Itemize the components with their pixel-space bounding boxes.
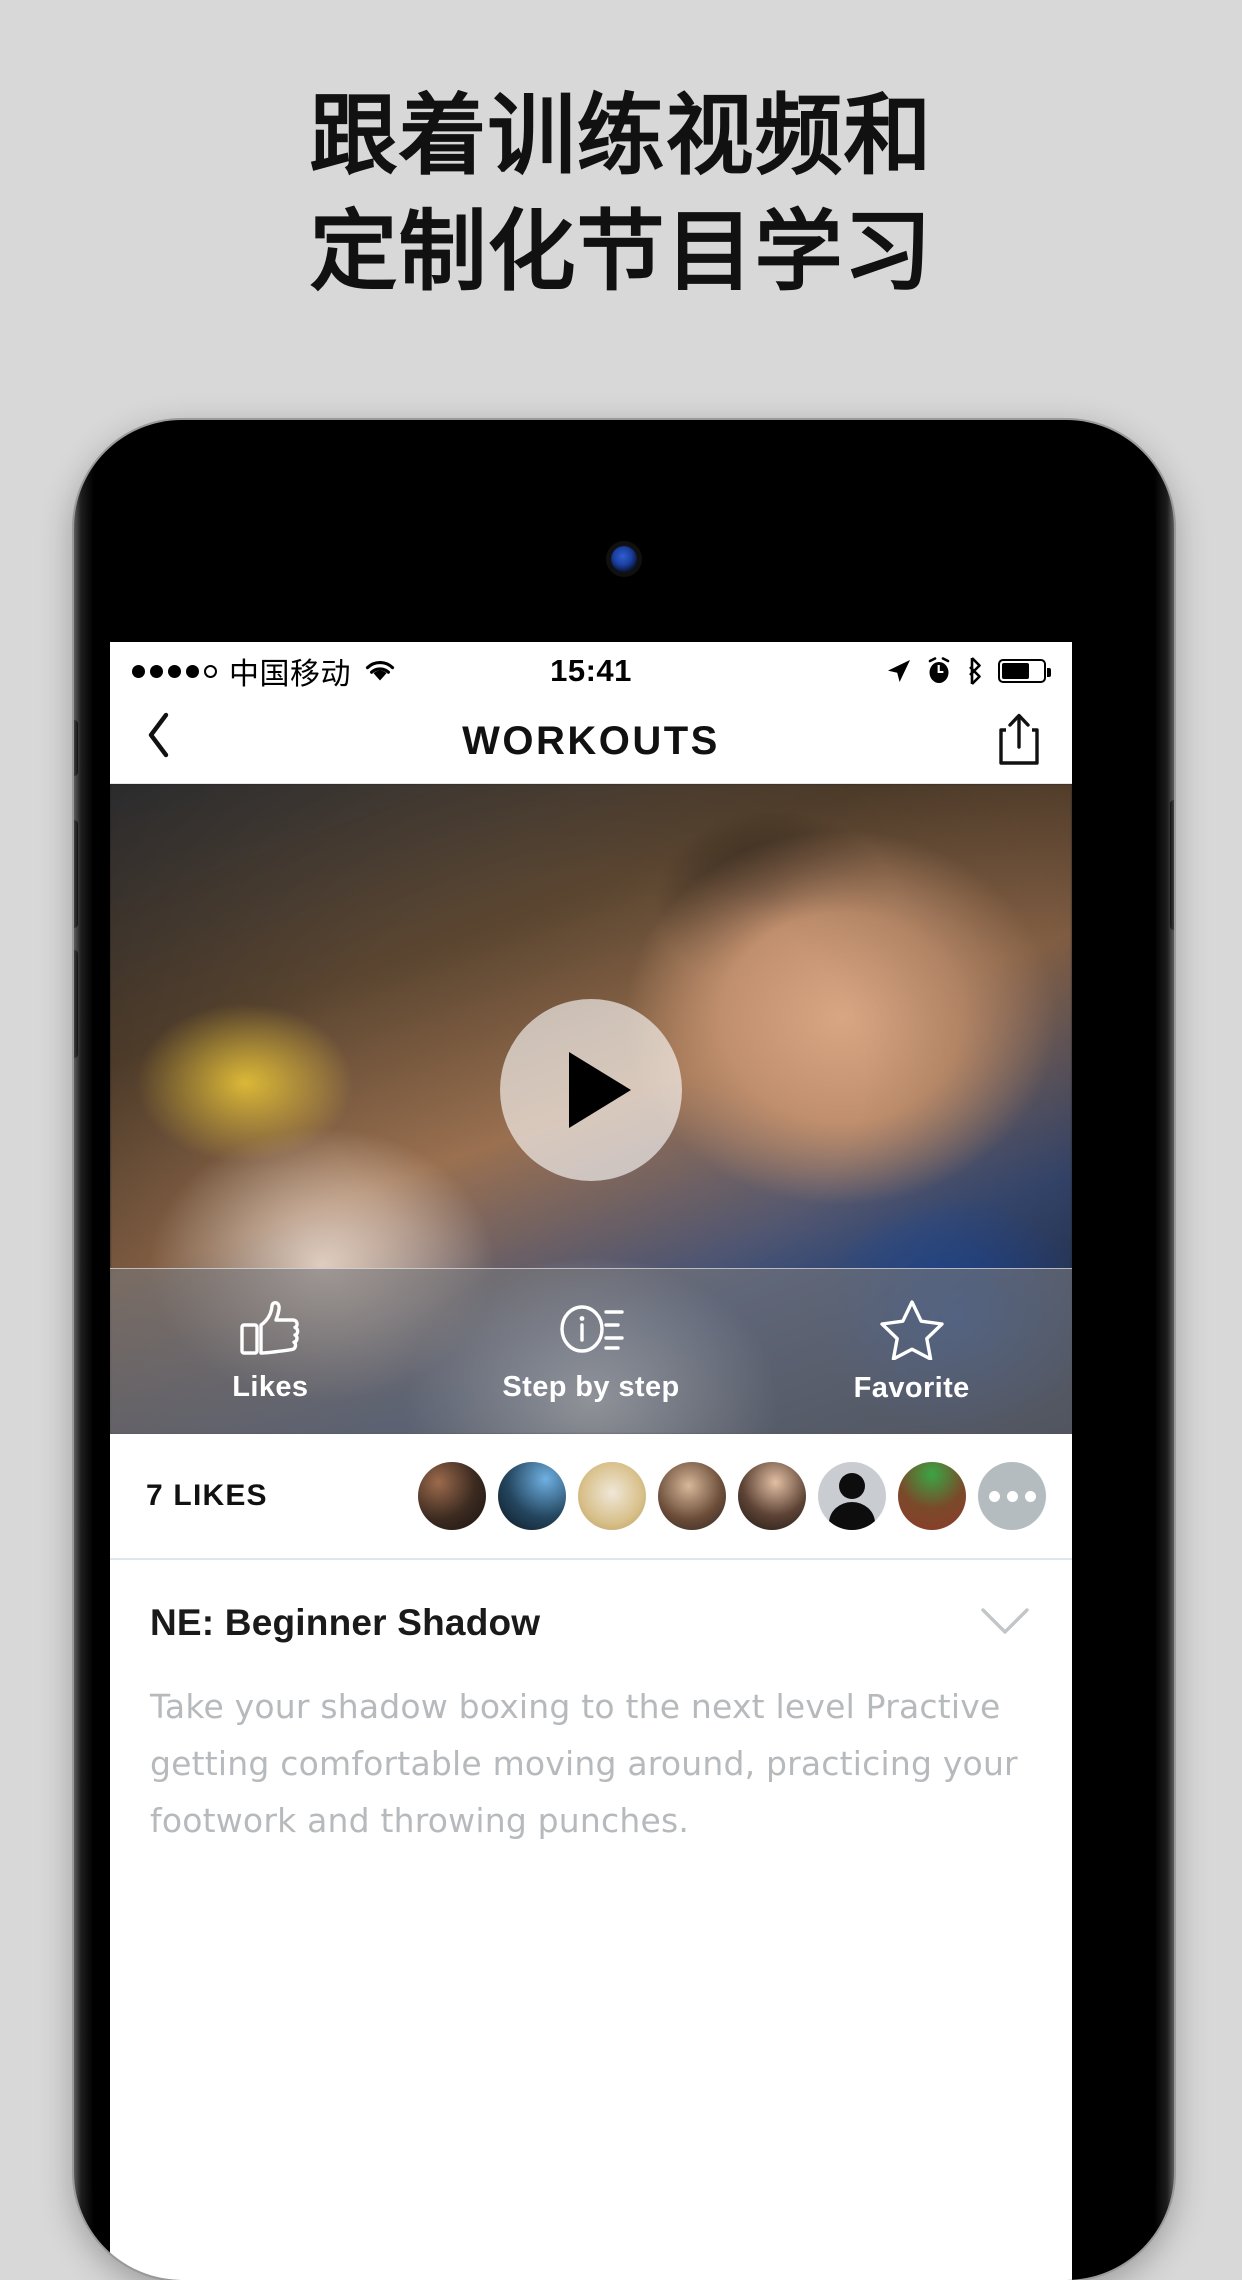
location-arrow-icon <box>888 660 910 682</box>
page-title: WORKOUTS <box>462 719 720 763</box>
video-player[interactable]: Likes Step by step Favorite <box>110 784 1072 1434</box>
avatar[interactable] <box>578 1462 646 1530</box>
more-dots-icon <box>1006 1490 1018 1502</box>
alarm-clock-icon <box>928 657 950 683</box>
share-button[interactable] <box>996 711 1042 772</box>
more-dots-icon <box>988 1490 1000 1502</box>
avatar[interactable] <box>818 1462 886 1530</box>
avatar[interactable] <box>738 1462 806 1530</box>
step-by-step-action-label: Step by step <box>502 1371 680 1403</box>
avatar[interactable] <box>498 1462 566 1530</box>
volume-down-button[interactable] <box>74 950 78 1058</box>
star-icon <box>879 1300 944 1360</box>
headline-line-1: 跟着训练视频和 <box>309 84 933 187</box>
share-icon <box>999 713 1039 765</box>
collapse-button[interactable] <box>978 1604 1032 1643</box>
bluetooth-icon <box>969 657 981 685</box>
play-button[interactable] <box>500 998 682 1181</box>
promo-headline: 跟着训练视频和 定制化节目学习 <box>0 78 1242 310</box>
avatar[interactable] <box>898 1462 966 1530</box>
battery-icon <box>998 659 1051 683</box>
avatar[interactable] <box>418 1462 486 1530</box>
workout-title: NE: Beginner Shadow <box>150 1602 541 1643</box>
headline-line-2: 定制化节目学习 <box>309 200 933 303</box>
volume-up-button[interactable] <box>74 820 78 928</box>
chevron-left-icon <box>148 712 169 758</box>
front-camera-icon <box>611 546 637 572</box>
workout-detail-header[interactable]: NE: Beginner Shadow <box>150 1602 1032 1644</box>
likes-action-label: Likes <box>232 1371 309 1403</box>
more-likes-button[interactable] <box>978 1462 1046 1530</box>
status-bar-right <box>885 656 1051 686</box>
video-action-bar: Likes Step by step Favorite <box>110 1268 1072 1434</box>
phone-screen: 中国移动 15:41 WORKOUTS Likes Step by step F… <box>110 642 1072 2280</box>
play-icon <box>569 1051 631 1128</box>
chevron-down-icon <box>981 1607 1029 1634</box>
thumbs-up-icon <box>240 1301 300 1355</box>
workout-detail: NE: Beginner Shadow Take your shadow box… <box>110 1560 1072 1849</box>
likes-avatar-list <box>418 1462 1046 1530</box>
back-button[interactable] <box>140 708 186 775</box>
step-by-step-action-button[interactable]: Step by step <box>431 1299 752 1404</box>
likes-row: 7 LIKES <box>110 1434 1072 1560</box>
favorite-action-label: Favorite <box>853 1372 970 1404</box>
likes-count-label: 7 LIKES <box>146 1479 268 1512</box>
mute-switch[interactable] <box>74 720 78 776</box>
info-list-icon <box>560 1305 624 1353</box>
favorite-action-button[interactable]: Favorite <box>751 1298 1072 1405</box>
more-dots-icon <box>1024 1490 1036 1502</box>
power-button[interactable] <box>1170 800 1174 930</box>
phone-mockup: 中国移动 15:41 WORKOUTS Likes Step by step F… <box>74 420 1174 2280</box>
status-bar: 中国移动 15:41 <box>110 642 1072 700</box>
likes-action-button[interactable]: Likes <box>110 1299 431 1404</box>
avatar[interactable] <box>658 1462 726 1530</box>
nav-bar: WORKOUTS <box>110 700 1072 784</box>
workout-description: Take your shadow boxing to the next leve… <box>150 1687 1018 1840</box>
